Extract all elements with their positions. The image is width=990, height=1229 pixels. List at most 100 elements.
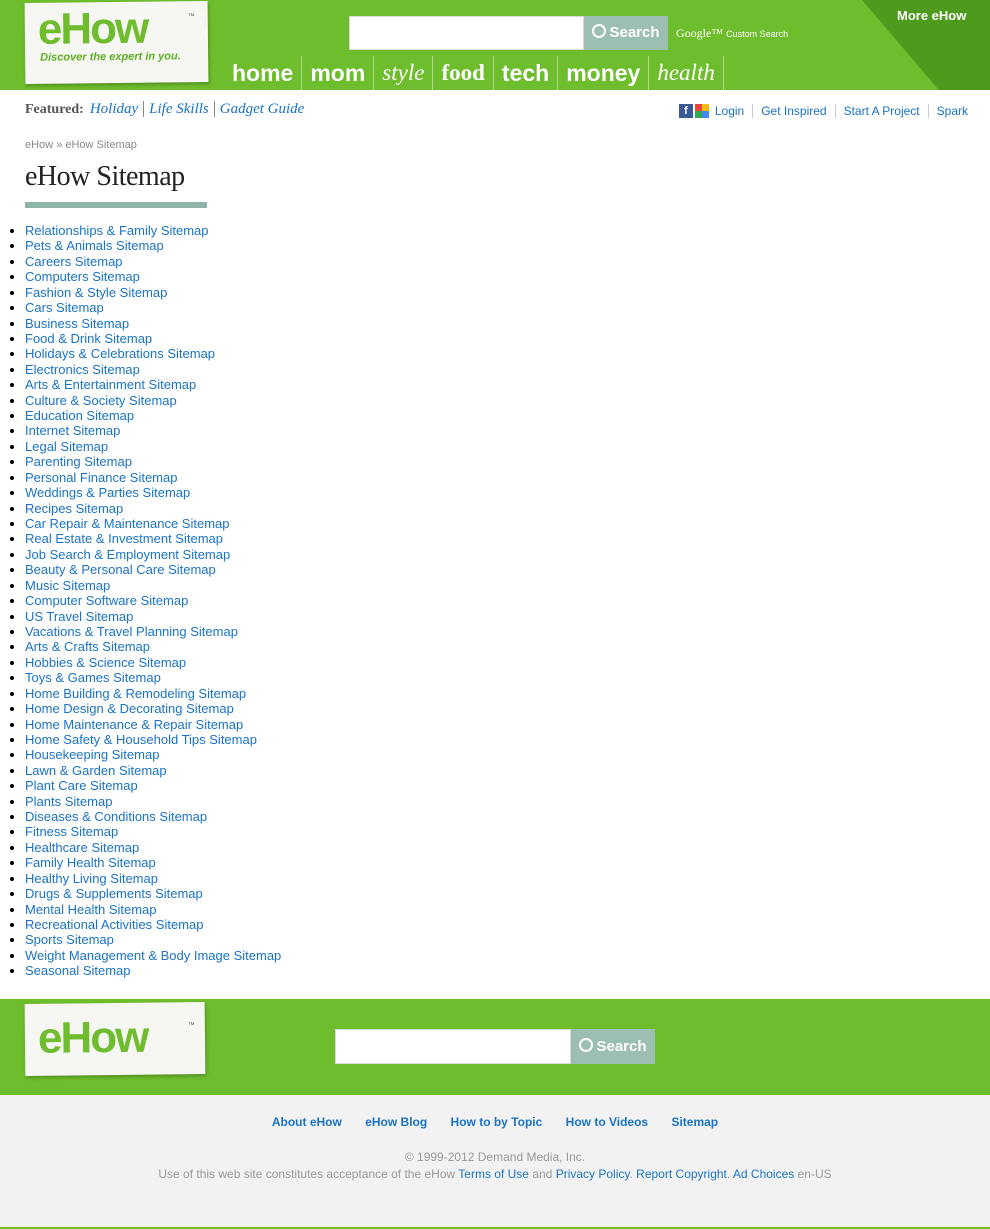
sitemap-link[interactable]: Beauty & Personal Care Sitemap (25, 562, 216, 577)
nav-style[interactable]: style (374, 56, 434, 90)
sitemap-link[interactable]: Hobbies & Science Sitemap (25, 655, 186, 670)
sitemap-link[interactable]: Education Sitemap (25, 408, 134, 423)
nav-money[interactable]: money (558, 56, 650, 90)
sitemap-link[interactable]: Recreational Activities Sitemap (25, 917, 203, 932)
sitemap-link[interactable]: Home Safety & Household Tips Sitemap (25, 732, 257, 747)
sitemap-link[interactable]: Weddings & Parties Sitemap (25, 485, 190, 500)
sitemap-link[interactable]: Computers Sitemap (25, 269, 140, 284)
facebook-icon[interactable]: f (678, 104, 693, 118)
custom-search-label: Custom Search (726, 29, 789, 39)
sitemap-link[interactable]: Fitness Sitemap (25, 824, 118, 839)
sitemap-link[interactable]: Personal Finance Sitemap (25, 470, 177, 485)
ehow-logo[interactable]: eHow ™ Discover the expert in you. (24, 1, 209, 84)
sitemap-link[interactable]: Computer Software Sitemap (25, 593, 188, 608)
spark-link[interactable]: Spark (927, 104, 968, 118)
nav-tech[interactable]: tech (494, 56, 559, 90)
featured-link-holiday[interactable]: Holiday (90, 101, 143, 117)
sitemap-link[interactable]: Diseases & Conditions Sitemap (25, 809, 207, 824)
sitemap-link[interactable]: Cars Sitemap (25, 300, 104, 315)
nav-food[interactable]: food (433, 56, 494, 90)
nav-home[interactable]: home (224, 56, 303, 90)
sitemap-link[interactable]: Home Building & Remodeling Sitemap (25, 686, 246, 701)
breadcrumb-home[interactable]: eHow (25, 139, 53, 151)
list-item: Arts & Crafts Sitemap (25, 639, 281, 654)
sitemap-link[interactable]: Parenting Sitemap (25, 454, 132, 469)
footer-logo-trademark: ™ (187, 1022, 195, 1030)
footer-search-button-label: Search (596, 1038, 647, 1055)
terms-of-use-link[interactable]: Terms of Use (458, 1167, 529, 1181)
list-item: Cars Sitemap (25, 300, 281, 315)
sitemap-link[interactable]: Internet Sitemap (25, 423, 120, 438)
sitemap-link[interactable]: Healthy Living Sitemap (25, 871, 158, 886)
sitemap-link[interactable]: Holidays & Celebrations Sitemap (25, 346, 215, 361)
sitemap-link[interactable]: Culture & Society Sitemap (25, 393, 177, 408)
footer-ehow-logo[interactable]: eHow ™ (24, 1002, 206, 1076)
sitemap-link[interactable]: Lawn & Garden Sitemap (25, 763, 167, 778)
nav-mom[interactable]: mom (302, 56, 375, 90)
sitemap-link[interactable]: Fashion & Style Sitemap (25, 285, 167, 300)
list-item: Hobbies & Science Sitemap (25, 655, 281, 670)
sitemap-link[interactable]: Home Maintenance & Repair Sitemap (25, 717, 243, 732)
list-item: Computers Sitemap (25, 269, 281, 284)
sitemap-link[interactable]: Seasonal Sitemap (25, 963, 131, 978)
sitemap-link[interactable]: US Travel Sitemap (25, 609, 133, 624)
footer-search-button[interactable]: Search (571, 1029, 655, 1064)
sitemap-link[interactable]: Family Health Sitemap (25, 855, 156, 870)
list-item: Careers Sitemap (25, 254, 281, 269)
footer-logo-wordmark: eHow (37, 1012, 148, 1063)
get-inspired-link[interactable]: Get Inspired (752, 104, 834, 118)
privacy-policy-link[interactable]: Privacy Policy (556, 1167, 630, 1181)
footer-link-how-to-by-topic[interactable]: How to by Topic (451, 1115, 543, 1129)
sitemap-link[interactable]: Arts & Crafts Sitemap (25, 639, 150, 654)
footer-link-blog[interactable]: eHow Blog (365, 1115, 427, 1129)
sitemap-link[interactable]: Legal Sitemap (25, 439, 108, 454)
sitemap-link[interactable]: Plants Sitemap (25, 794, 112, 809)
sitemap-link[interactable]: Business Sitemap (25, 316, 129, 331)
sitemap-link[interactable]: Car Repair & Maintenance Sitemap (25, 516, 230, 531)
sitemap-link[interactable]: Healthcare Sitemap (25, 840, 139, 855)
sitemap-link[interactable]: Electronics Sitemap (25, 362, 140, 377)
sitemap-link[interactable]: Weight Management & Body Image Sitemap (25, 948, 281, 963)
footer-link-how-to-videos[interactable]: How to Videos (566, 1115, 648, 1129)
sitemap-link[interactable]: Real Estate & Investment Sitemap (25, 531, 223, 546)
search-input[interactable] (349, 16, 584, 50)
sitemap-link[interactable]: Pets & Animals Sitemap (25, 238, 164, 253)
featured-link-gadget-guide[interactable]: Gadget Guide (213, 101, 310, 117)
featured-link-life-skills[interactable]: Life Skills (143, 101, 214, 117)
sitemap-link[interactable]: Home Design & Decorating Sitemap (25, 701, 234, 716)
nav-health[interactable]: health (649, 56, 724, 90)
sitemap-link[interactable]: Arts & Entertainment Sitemap (25, 377, 196, 392)
list-item: Home Building & Remodeling Sitemap (25, 686, 281, 701)
sitemap-link[interactable]: Toys & Games Sitemap (25, 670, 161, 685)
sitemap-link[interactable]: Careers Sitemap (25, 254, 123, 269)
list-item: Weddings & Parties Sitemap (25, 485, 281, 500)
footer-search-input[interactable] (335, 1029, 571, 1064)
list-item: Relationships & Family Sitemap (25, 223, 281, 238)
list-item: Home Maintenance & Repair Sitemap (25, 717, 281, 732)
report-copyright-link[interactable]: Report Copyright (636, 1167, 727, 1181)
sitemap-link[interactable]: Food & Drink Sitemap (25, 331, 152, 346)
login-link[interactable]: Login (713, 104, 752, 118)
sitemap-link[interactable]: Plant Care Sitemap (25, 778, 138, 793)
featured-bar: Featured: Holiday Life Skills Gadget Guide (25, 101, 310, 118)
breadcrumb-separator: » (56, 139, 63, 151)
search-button[interactable]: Search (584, 16, 668, 50)
more-ehow-link[interactable]: More eHow (897, 8, 966, 23)
sitemap-link[interactable]: Recipes Sitemap (25, 501, 123, 516)
breadcrumb-current: eHow Sitemap (65, 139, 137, 151)
sitemap-link[interactable]: Drugs & Supplements Sitemap (25, 886, 203, 901)
sitemap-link[interactable]: Vacations & Travel Planning Sitemap (25, 624, 238, 639)
sitemap-link[interactable]: Sports Sitemap (25, 932, 114, 947)
sitemap-link[interactable]: Job Search & Employment Sitemap (25, 547, 230, 562)
sitemap-link[interactable]: Relationships & Family Sitemap (25, 223, 209, 238)
ad-choices-link[interactable]: Ad Choices (733, 1167, 794, 1181)
list-item: Pets & Animals Sitemap (25, 238, 281, 253)
start-a-project-link[interactable]: Start A Project (834, 104, 928, 118)
list-item: Plant Care Sitemap (25, 778, 281, 793)
sitemap-link[interactable]: Housekeeping Sitemap (25, 747, 159, 762)
footer-link-sitemap[interactable]: Sitemap (671, 1115, 718, 1129)
google-icon[interactable] (694, 104, 709, 118)
sitemap-link[interactable]: Mental Health Sitemap (25, 902, 157, 917)
sitemap-link[interactable]: Music Sitemap (25, 578, 110, 593)
footer-link-about[interactable]: About eHow (272, 1115, 342, 1129)
